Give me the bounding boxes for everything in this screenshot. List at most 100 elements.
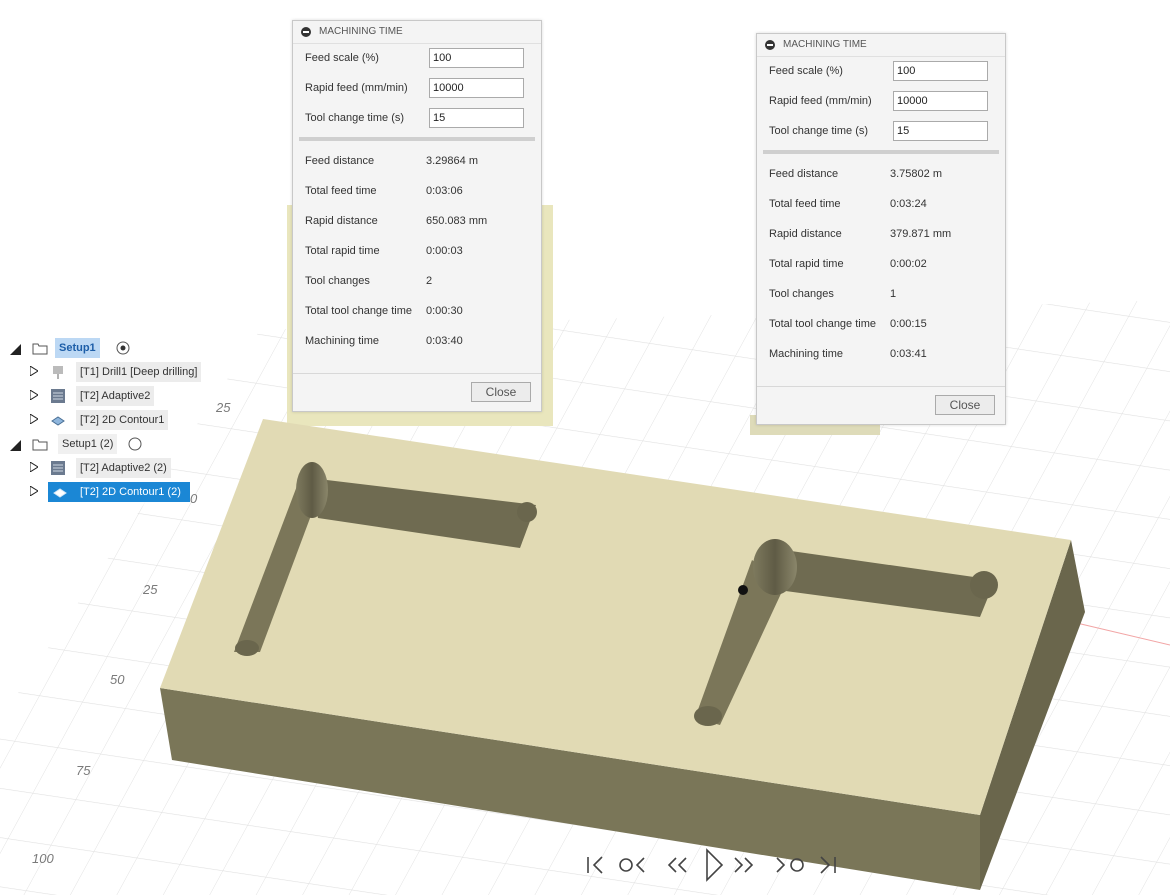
axis-label: 50 <box>110 672 125 687</box>
op-label[interactable]: [T2] 2D Contour1 (2) <box>80 482 181 502</box>
stat-label: Total feed time <box>305 185 377 197</box>
field-label: Tool change time (s) <box>305 112 405 124</box>
tree-item-2d-contour1[interactable]: [T2] 2D Contour1 <box>30 410 210 430</box>
stat-label: Total rapid time <box>305 245 380 257</box>
stat-label: Total tool change time <box>305 305 413 317</box>
collapse-icon[interactable] <box>301 27 311 37</box>
op-label[interactable]: [T2] 2D Contour1 <box>76 410 169 430</box>
stat-label: Feed distance <box>305 155 375 167</box>
tool-change-time-row: Tool change time (s) 15 <box>293 104 541 134</box>
rapid-feed-row: Rapid feed (mm/min) 10000 <box>293 74 541 104</box>
stat-row: Feed distance 3.29864 m <box>293 147 541 177</box>
stat-label: Total rapid time <box>769 258 844 270</box>
expand-triangle-icon[interactable] <box>30 390 38 400</box>
expand-triangle-icon[interactable] <box>30 486 38 496</box>
contour-op-icon <box>51 416 65 426</box>
stat-value: 3.29864 m <box>426 155 478 167</box>
axis-label: 25 <box>216 400 231 415</box>
stat-row: Tool changes 1 <box>757 280 1005 310</box>
stat-value: 0:03:24 <box>890 198 927 210</box>
field-label: Feed scale (%) <box>305 52 379 64</box>
dialog-title: MACHINING TIME <box>783 39 867 50</box>
tool-change-time-input[interactable]: 15 <box>429 108 524 128</box>
tree-item-adaptive2[interactable]: [T2] Adaptive2 <box>30 386 210 406</box>
stat-value: 379.871 mm <box>890 228 952 240</box>
adaptive-op-icon <box>51 389 65 403</box>
pocket-left-corner <box>296 462 328 518</box>
stat-label: Feed distance <box>769 168 839 180</box>
machining-time-dialog-1: MACHINING TIME Feed scale (%) 100 Rapid f… <box>292 20 542 412</box>
stat-value: 0:03:06 <box>426 185 463 197</box>
expand-triangle-icon[interactable] <box>30 414 38 424</box>
stat-row: Machining time 0:03:40 <box>293 327 541 357</box>
stat-value: 0:00:30 <box>426 305 463 317</box>
op-label[interactable]: [T1] Drill1 [Deep drilling] <box>76 362 202 382</box>
dialog-footer: Close <box>757 386 1005 424</box>
stat-label: Rapid distance <box>305 215 378 227</box>
stat-row: Total rapid time 0:00:03 <box>293 237 541 267</box>
stat-value: 2 <box>426 275 433 287</box>
op-label[interactable]: [T2] Adaptive2 <box>76 386 155 406</box>
dialog-title-bar: MACHINING TIME <box>757 34 1005 57</box>
stat-row: Rapid distance 650.083 mm <box>293 207 541 237</box>
stat-label: Total tool change time <box>769 318 877 330</box>
machining-time-dialog-2: MACHINING TIME Feed scale (%) 100 Rapid f… <box>756 33 1006 425</box>
dialog-title-bar: MACHINING TIME <box>293 21 541 44</box>
feed-scale-row: Feed scale (%) 100 <box>293 44 541 74</box>
tool-change-time-input[interactable]: 15 <box>893 121 988 141</box>
feed-scale-input[interactable]: 100 <box>893 61 988 81</box>
axis-label: 0 <box>190 491 198 506</box>
field-label: Tool change time (s) <box>769 125 869 137</box>
close-button[interactable]: Close <box>935 395 995 415</box>
expand-triangle-icon[interactable] <box>10 440 21 451</box>
stat-row: Feed distance 3.75802 m <box>757 160 1005 190</box>
stat-label: Rapid distance <box>769 228 842 240</box>
divider <box>299 137 535 141</box>
setup1-label[interactable]: Setup1 <box>55 338 100 358</box>
folder-icon <box>32 343 48 355</box>
stat-row: Total feed time 0:03:24 <box>757 190 1005 220</box>
close-button[interactable]: Close <box>471 382 531 402</box>
tree-item-adaptive2-2[interactable]: [T2] Adaptive2 (2) <box>30 458 210 478</box>
stat-row: Rapid distance 379.871 mm <box>757 220 1005 250</box>
stat-label: Machining time <box>769 348 843 360</box>
stat-value: 0:03:40 <box>426 335 463 347</box>
expand-triangle-icon[interactable] <box>10 344 21 355</box>
feed-scale-input[interactable]: 100 <box>429 48 524 68</box>
stat-row: Total rapid time 0:00:02 <box>757 250 1005 280</box>
tool-change-time-row: Tool change time (s) 15 <box>757 117 1005 147</box>
pocket-left-end-b <box>517 502 537 522</box>
expand-triangle-icon[interactable] <box>30 366 38 376</box>
stat-label: Tool changes <box>305 275 370 287</box>
adaptive-op-icon <box>51 461 65 475</box>
tree-setup1-2[interactable]: Setup1 (2) <box>10 434 150 454</box>
tree-item-2d-contour1-2[interactable]: [T2] 2D Contour1 (2) <box>48 482 190 502</box>
rapid-feed-input[interactable]: 10000 <box>893 91 988 111</box>
stat-value: 650.083 mm <box>426 215 488 227</box>
stat-row: Total tool change time 0:00:30 <box>293 297 541 327</box>
pocket-right-end-a <box>694 706 722 726</box>
stat-value: 3.75802 m <box>890 168 942 180</box>
op-label[interactable]: [T2] Adaptive2 (2) <box>76 458 171 478</box>
rapid-feed-input[interactable]: 10000 <box>429 78 524 98</box>
folder-icon <box>32 439 48 451</box>
tree-item-drill1[interactable]: [T1] Drill1 [Deep drilling] <box>30 362 210 382</box>
feed-scale-row: Feed scale (%) 100 <box>757 57 1005 87</box>
active-setup-radio-icon[interactable] <box>116 341 130 355</box>
setup1-2-label[interactable]: Setup1 (2) <box>58 434 118 454</box>
axis-label: 100 <box>32 851 54 866</box>
stat-row: Total feed time 0:03:06 <box>293 177 541 207</box>
tool-marker <box>738 585 748 595</box>
divider <box>763 150 999 154</box>
tree-setup1[interactable]: Setup1 <box>10 338 140 358</box>
dialog-title: MACHINING TIME <box>319 26 403 37</box>
field-label: Rapid feed (mm/min) <box>305 82 408 94</box>
setup-radio-icon[interactable] <box>128 437 142 451</box>
axis-label: 25 <box>143 582 158 597</box>
collapse-icon[interactable] <box>765 40 775 50</box>
pocket-right-corner <box>753 539 797 595</box>
pocket-left-end-a <box>235 640 259 656</box>
field-label: Rapid feed (mm/min) <box>769 95 872 107</box>
expand-triangle-icon[interactable] <box>30 462 38 472</box>
stat-row: Total tool change time 0:00:15 <box>757 310 1005 340</box>
